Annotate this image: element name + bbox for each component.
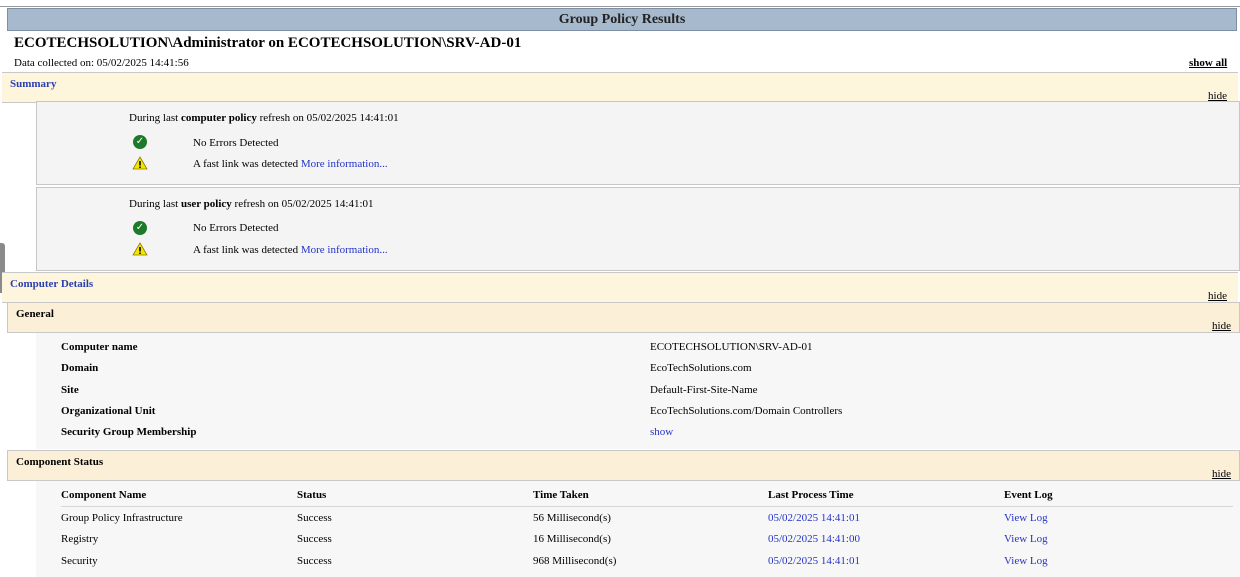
row-time-taken: 968 Millisecond(s) xyxy=(533,555,617,567)
row-last-process-link[interactable]: 05/02/2025 14:41:00 xyxy=(768,533,860,545)
user-policy-summary-box: During last user policy refresh on 05/02… xyxy=(36,187,1240,271)
summary-title[interactable]: Summary xyxy=(10,78,56,90)
security-group-show-link[interactable]: show xyxy=(650,426,673,438)
col-last-process-time: Last Process Time xyxy=(768,489,854,501)
row-component-name: Security xyxy=(61,555,98,567)
row-time-taken: 56 Millisecond(s) xyxy=(533,512,611,524)
col-component-name: Component Name xyxy=(61,489,147,501)
computer-policy-refresh-line: During last computer policy refresh on 0… xyxy=(129,112,399,124)
row-status: Success xyxy=(297,533,332,545)
header-divider xyxy=(61,506,1233,507)
warning-triangle-icon xyxy=(132,242,148,256)
row-view-log-link[interactable]: View Log xyxy=(1004,512,1048,524)
check-circle-icon: ✓ xyxy=(133,135,147,149)
user-no-errors-text: No Errors Detected xyxy=(193,222,279,234)
row-view-log-link[interactable]: View Log xyxy=(1004,533,1048,545)
user-more-info-link[interactable]: More information... xyxy=(301,244,388,256)
col-time-taken: Time Taken xyxy=(533,489,589,501)
window-top-edge xyxy=(0,0,1240,7)
computer-no-errors-text: No Errors Detected xyxy=(193,137,279,149)
col-event-log: Event Log xyxy=(1004,489,1053,501)
row-last-process-link[interactable]: 05/02/2025 14:41:01 xyxy=(768,555,860,567)
site-value: Default-First-Site-Name xyxy=(650,384,758,396)
row-component-name: Registry xyxy=(61,533,99,545)
row-view-log-link[interactable]: View Log xyxy=(1004,555,1048,567)
computer-details-hide-link[interactable]: hide xyxy=(1208,290,1227,302)
row-time-taken: 16 Millisecond(s) xyxy=(533,533,611,545)
computer-details-title[interactable]: Computer Details xyxy=(10,278,93,290)
general-title[interactable]: General xyxy=(16,308,54,320)
row-component-name: Group Policy Infrastructure xyxy=(61,512,183,524)
row-status: Success xyxy=(297,555,332,567)
general-section-header[interactable]: General hide xyxy=(7,302,1240,333)
domain-label: Domain xyxy=(61,362,99,374)
data-collected-text: Data collected on: 05/02/2025 14:41:56 xyxy=(14,57,189,69)
report-title: Group Policy Results xyxy=(558,12,686,27)
computer-details-section-header[interactable]: Computer Details hide xyxy=(2,272,1238,303)
component-status-table: Component Name Status Time Taken Last Pr… xyxy=(36,481,1240,577)
ou-label: Organizational Unit xyxy=(61,405,156,417)
security-group-label: Security Group Membership xyxy=(61,426,197,438)
show-all-link[interactable]: show all xyxy=(1189,57,1227,69)
user-policy-refresh-line: During last user policy refresh on 05/02… xyxy=(129,198,374,210)
user-fast-link-line: A fast link was detected More informatio… xyxy=(193,244,388,256)
domain-value: EcoTechSolutions.com xyxy=(650,362,752,374)
computer-name-value: ECOTECHSOLUTION\SRV-AD-01 xyxy=(650,341,813,353)
report-heading: ECOTECHSOLUTION\Administrator on ECOTECH… xyxy=(14,35,522,51)
general-hide-link[interactable]: hide xyxy=(1212,320,1231,332)
general-details-panel: Computer name ECOTECHSOLUTION\SRV-AD-01 … xyxy=(36,333,1240,449)
summary-section-header[interactable]: Summary hide xyxy=(2,72,1238,103)
computer-fast-link-line: A fast link was detected More informatio… xyxy=(193,158,388,170)
col-status: Status xyxy=(297,489,327,501)
computer-policy-summary-box: During last computer policy refresh on 0… xyxy=(36,101,1240,185)
computer-more-info-link[interactable]: More information... xyxy=(301,158,388,170)
component-status-section-header[interactable]: Component Status hide xyxy=(7,450,1240,481)
row-status: Success xyxy=(297,512,332,524)
ou-value: EcoTechSolutions.com/Domain Controllers xyxy=(650,405,843,417)
report-title-bar: Group Policy Results xyxy=(7,8,1237,31)
site-label: Site xyxy=(61,384,79,396)
row-last-process-link[interactable]: 05/02/2025 14:41:01 xyxy=(768,512,860,524)
component-status-title[interactable]: Component Status xyxy=(16,456,103,468)
computer-name-label: Computer name xyxy=(61,341,138,353)
check-circle-icon: ✓ xyxy=(133,221,147,235)
warning-triangle-icon xyxy=(132,156,148,170)
component-status-hide-link[interactable]: hide xyxy=(1212,468,1231,480)
